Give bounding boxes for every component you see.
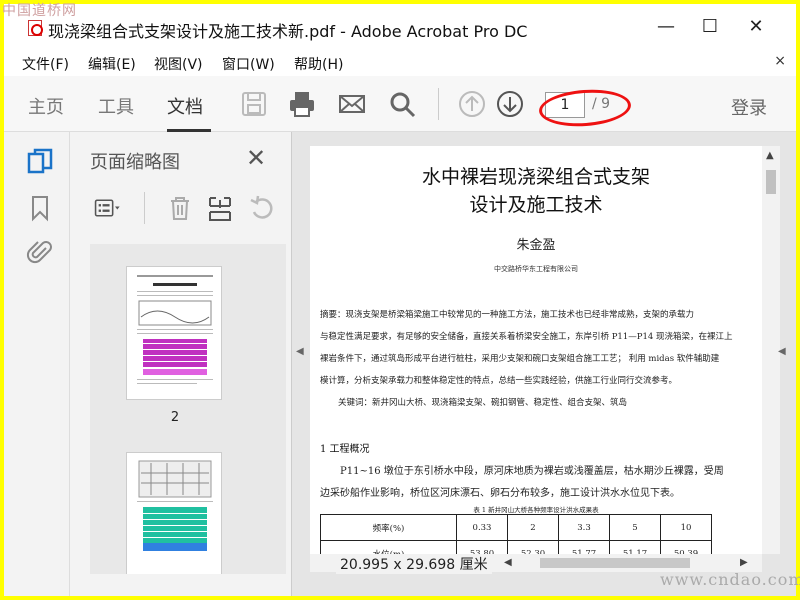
toolbar-divider <box>438 88 439 120</box>
page-thumbnail[interactable] <box>126 266 222 400</box>
close-document-icon[interactable]: × <box>774 53 786 69</box>
abstract-line: 与稳定性满足要求，有足够的安全储备，直接关系着桥梁安全施工，东岸引桥 P11—P… <box>320 332 733 342</box>
extract-page-icon[interactable] <box>206 194 234 222</box>
thumbnail-page-number: 2 <box>170 410 180 425</box>
menu-file[interactable]: 文件(F) <box>22 54 69 74</box>
scroll-right-icon[interactable]: ▶ <box>740 557 748 568</box>
toolbar: 主页 工具 文档 1 / 9 登录 <box>4 76 796 132</box>
document-view[interactable]: ◀ 水中裸岩现浇梁组合式支架 设计及施工技术 朱金盈 中交路桥华东工程有限公司 … <box>292 132 796 596</box>
tab-document[interactable]: 文档 <box>167 93 203 119</box>
window-title: 现浇梁组合式支架设计及施工技术新.pdf - Adobe Acrobat Pro… <box>48 22 528 41</box>
navigation-rail <box>4 132 70 596</box>
page-thumbnail[interactable] <box>126 452 222 574</box>
table-cell: 2 <box>507 514 559 541</box>
horizontal-scroll-thumb[interactable] <box>540 558 690 568</box>
document-scroll-thumb[interactable] <box>766 170 776 194</box>
keywords-line: 关键词：新井冈山大桥、现浇箱梁支架、碗扣钢管、稳定性、组合支架、筑岛 <box>338 398 628 408</box>
document-title-line1: 水中裸岩现浇梁组合式支架 <box>421 166 650 188</box>
thumbnail-preview <box>137 275 213 384</box>
page-thumbnails-panel: 页面缩略图 ✕ 2 <box>70 132 292 596</box>
section-heading: 1 工程概况 <box>320 444 370 455</box>
site-url-watermark: www.cndao.com <box>660 570 800 589</box>
body-line: P11~16 墩位于东引桥水中段，原河床地质为裸岩或浅覆盖层，枯水期沙丘裸露，受… <box>340 466 724 477</box>
table-cell: 51.77 <box>558 540 610 554</box>
menu-edit[interactable]: 编辑(E) <box>88 54 136 74</box>
table-cell: 3.3 <box>558 514 610 541</box>
attachment-icon[interactable] <box>26 238 54 266</box>
table-caption: 表 1 新井冈山大桥各种频率设计洪水成果表 <box>473 506 599 514</box>
bookmark-icon[interactable] <box>26 194 54 222</box>
pdf-page: 水中裸岩现浇梁组合式支架 设计及施工技术 朱金盈 中交路桥华东工程有限公司 摘要… <box>310 146 762 554</box>
table-row: 频率(%) 0.33 2 3.3 5 10 <box>320 514 712 541</box>
menu-window[interactable]: 窗口(W) <box>222 54 275 74</box>
app-window: 现浇梁组合式支架设计及施工技术新.pdf - Adobe Acrobat Pro… <box>4 4 796 596</box>
document-title-line2: 设计及施工技术 <box>469 194 603 216</box>
table-cell: 水位(m) <box>320 540 457 554</box>
flood-table: 频率(%) 0.33 2 3.3 5 10 水位(m) 53.80 52.30 … <box>320 514 712 554</box>
abstract-line: 摘要：现浇支架是桥梁箱梁施工中较常见的一种施工方法，施工技术也已经非常成熟，支架… <box>320 310 695 320</box>
table-cell: 53.80 <box>456 540 508 554</box>
scroll-left-icon[interactable]: ◀ <box>504 557 512 568</box>
search-icon[interactable] <box>388 90 416 118</box>
login-button[interactable]: 登录 <box>731 94 767 120</box>
rotate-page-icon[interactable] <box>248 194 276 222</box>
table-cell: 5 <box>609 514 661 541</box>
panel-divider <box>144 192 145 224</box>
document-organization: 中交路桥华东工程有限公司 <box>494 265 578 273</box>
print-icon[interactable] <box>288 90 316 118</box>
maximize-button[interactable]: ☐ <box>688 12 732 42</box>
acrobat-app-icon <box>28 20 43 36</box>
expand-right-panel-icon[interactable]: ◀ <box>778 346 786 357</box>
table-cell: 52.30 <box>507 540 559 554</box>
table-cell: 50.39 <box>660 540 712 554</box>
previous-page-icon[interactable] <box>458 90 486 118</box>
document-author: 朱金盈 <box>516 238 556 253</box>
page-size-label: 20.995 x 29.698 厘米 <box>336 554 492 574</box>
site-logo-watermark: 中国道桥网 <box>2 3 77 19</box>
table-cell: 频率(%) <box>320 514 457 541</box>
thumbnail-preview <box>137 460 213 551</box>
close-panel-icon[interactable]: ✕ <box>246 144 266 172</box>
table-row: 水位(m) 53.80 52.30 51.77 51.17 50.39 <box>320 540 712 554</box>
scroll-up-icon[interactable]: ▲ <box>766 150 774 161</box>
panel-title: 页面缩略图 <box>90 152 180 173</box>
abstract-line: 模计算，分析支架承载力和整体稳定性的特点，总结一些实践经验，供施工行业同行交流参… <box>320 376 678 386</box>
next-page-icon[interactable] <box>496 90 524 118</box>
close-window-button[interactable]: ✕ <box>734 12 778 42</box>
delete-page-icon[interactable] <box>166 194 194 222</box>
collapse-left-panel-icon[interactable]: ◀ <box>296 346 304 357</box>
menu-view[interactable]: 视图(V) <box>154 54 203 74</box>
tab-home[interactable]: 主页 <box>28 93 64 119</box>
page-thumbnails-icon[interactable] <box>26 148 54 176</box>
minimize-button[interactable]: — <box>644 12 688 42</box>
table-cell: 51.17 <box>609 540 661 554</box>
tab-tools[interactable]: 工具 <box>98 93 134 119</box>
title-bar: 现浇梁组合式支架设计及施工技术新.pdf - Adobe Acrobat Pro… <box>4 4 796 48</box>
table-cell: 10 <box>660 514 712 541</box>
email-icon[interactable] <box>338 90 366 118</box>
menu-help[interactable]: 帮助(H) <box>294 54 343 74</box>
menu-bar: 文件(F) 编辑(E) 视图(V) 窗口(W) 帮助(H) × <box>4 48 796 76</box>
thumbnail-options-icon[interactable] <box>94 194 122 222</box>
body-line: 边采砂船作业影响，桥位区河床漂石、卵石分布较多，施工设计洪水水位见下表。 <box>320 488 680 499</box>
table-cell: 0.33 <box>456 514 508 541</box>
save-icon[interactable] <box>240 90 268 118</box>
thumbnail-list[interactable]: 2 ▲ ▼ <box>90 244 286 574</box>
abstract-line: 裸岩条件下，通过筑岛形成平台进行桩柱，采用少支架和碗口支架组合施工工艺； 利用 … <box>320 354 720 364</box>
